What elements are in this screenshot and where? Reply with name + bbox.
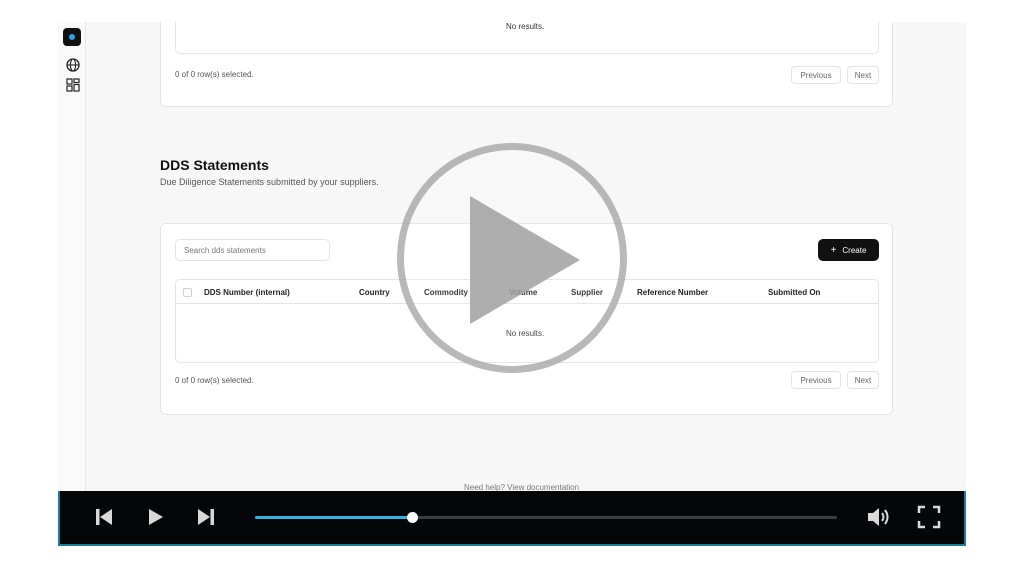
- top-table: No results.: [175, 22, 879, 54]
- select-all-checkbox[interactable]: [183, 288, 192, 297]
- play-overlay-icon: [470, 196, 580, 324]
- create-button[interactable]: + Create: [818, 239, 879, 261]
- logo-icon[interactable]: [63, 28, 81, 46]
- progress-fill: [255, 516, 413, 519]
- volume-icon[interactable]: [866, 506, 892, 528]
- sidebar: [58, 22, 86, 492]
- section-subtitle: Due Diligence Statements submitted by yo…: [160, 177, 379, 187]
- previous-button[interactable]: Previous: [791, 371, 841, 389]
- selection-status: 0 of 0 row(s) selected.: [175, 376, 254, 385]
- skip-back-icon[interactable]: [94, 507, 114, 527]
- video-controls: [58, 491, 966, 546]
- search-input[interactable]: Search dds statements: [175, 239, 330, 261]
- play-icon[interactable]: [147, 507, 165, 527]
- create-label: Create: [842, 245, 867, 255]
- progress-handle[interactable]: [407, 512, 419, 523]
- skip-forward-icon[interactable]: [196, 507, 216, 527]
- column-header-country[interactable]: Country: [359, 288, 390, 297]
- next-button[interactable]: Next: [847, 371, 879, 389]
- section-title: DDS Statements: [160, 157, 269, 173]
- column-header-reference-number[interactable]: Reference Number: [637, 288, 708, 297]
- no-results-text: No results.: [506, 22, 545, 31]
- next-button[interactable]: Next: [847, 66, 879, 84]
- column-header-submitted-on[interactable]: Submitted On: [768, 288, 820, 297]
- logo-drop: [69, 34, 75, 40]
- plus-icon: +: [830, 244, 837, 256]
- selection-status: 0 of 0 row(s) selected.: [175, 70, 254, 79]
- previous-button[interactable]: Previous: [791, 66, 841, 84]
- globe-icon[interactable]: [66, 58, 80, 72]
- progress-track[interactable]: [255, 512, 837, 523]
- fullscreen-icon[interactable]: [917, 505, 941, 529]
- column-header-dds-number[interactable]: DDS Number (internal): [204, 288, 290, 297]
- grid-icon[interactable]: [66, 78, 80, 92]
- top-table-card: No results. 0 of 0 row(s) selected. Prev…: [160, 22, 893, 107]
